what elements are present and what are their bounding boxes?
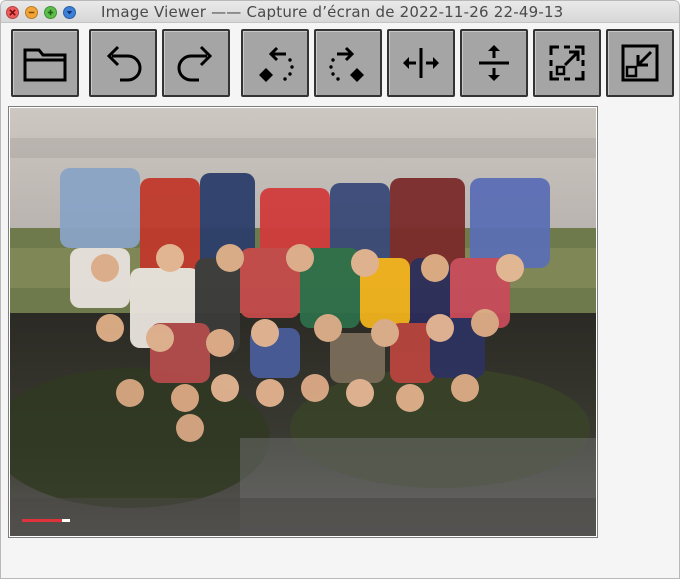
redo-button[interactable] — [162, 29, 230, 97]
image-viewer-window: Image Viewer —— Capture d’écran de 2022‑… — [0, 0, 680, 579]
fit-to-window-icon — [549, 45, 585, 81]
toolbar — [1, 23, 679, 103]
minimize-button[interactable] — [25, 6, 38, 19]
flip-vertical-icon — [479, 45, 509, 81]
undo-icon — [106, 45, 142, 82]
close-button[interactable] — [6, 6, 19, 19]
maximize-button[interactable] — [44, 6, 57, 19]
rotate-left-icon — [259, 46, 294, 82]
minimize-icon — [28, 11, 35, 14]
window-menu-button[interactable] — [63, 6, 76, 19]
actual-size-button[interactable] — [606, 29, 674, 97]
open-button[interactable] — [11, 29, 79, 97]
folder-icon — [23, 48, 67, 82]
fit-to-window-button[interactable] — [533, 29, 601, 97]
title-bar[interactable]: Image Viewer —— Capture d’écran de 2022‑… — [1, 1, 679, 23]
window-title: Image Viewer —— Capture d’écran de 2022‑… — [101, 3, 564, 21]
displayed-photo — [10, 108, 596, 536]
flip-horizontal-button[interactable] — [387, 29, 455, 97]
group-photo-upside-down — [10, 108, 596, 536]
menu-icon — [66, 11, 73, 15]
flip-vertical-button[interactable] — [460, 29, 528, 97]
flip-horizontal-icon — [403, 48, 439, 78]
actual-size-icon — [621, 44, 659, 82]
close-icon — [9, 9, 16, 16]
redo-icon — [177, 45, 213, 82]
undo-button[interactable] — [89, 29, 157, 97]
rotate-left-button[interactable] — [241, 29, 309, 97]
image-canvas[interactable] — [8, 106, 598, 538]
rotate-right-icon — [329, 46, 364, 82]
maximize-icon — [47, 9, 54, 16]
rotate-right-button[interactable] — [314, 29, 382, 97]
